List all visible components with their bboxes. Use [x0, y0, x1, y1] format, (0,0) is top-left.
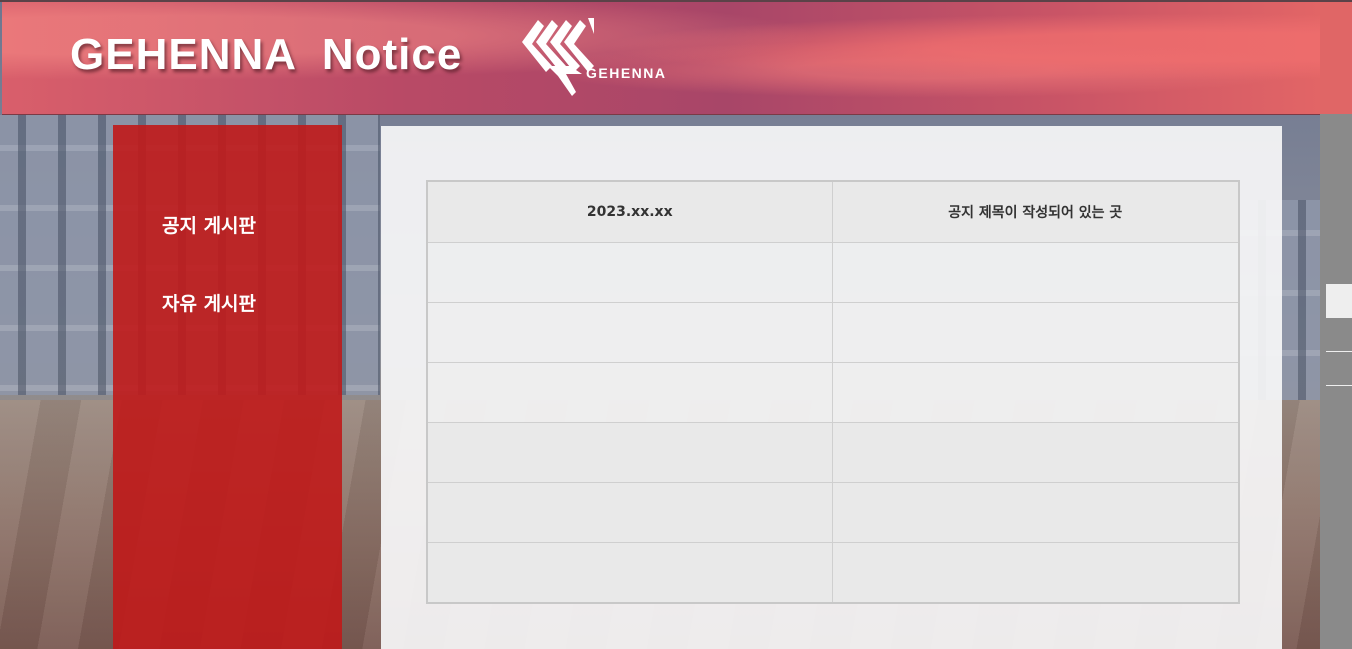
notice-title-cell[interactable]: [831, 422, 1240, 483]
table-row[interactable]: [426, 242, 1240, 303]
notice-panel: 2023.xx.xx 공지 제목이 작성되어 있는 곳: [381, 126, 1282, 649]
notice-date-cell[interactable]: [426, 482, 833, 543]
table-row[interactable]: [426, 482, 1240, 543]
table-row[interactable]: [426, 302, 1240, 363]
notice-title-cell[interactable]: [831, 362, 1240, 423]
table-row[interactable]: [426, 422, 1240, 483]
gehenna-emblem-icon[interactable]: [518, 14, 678, 98]
notice-title-cell[interactable]: [831, 482, 1240, 543]
logo-text: GEHENNA: [586, 65, 667, 81]
table-row[interactable]: [426, 362, 1240, 423]
header-right-edge: [1320, 2, 1352, 114]
table-header-row[interactable]: 2023.xx.xx 공지 제목이 작성되어 있는 곳: [426, 180, 1240, 243]
notice-title-cell[interactable]: [831, 242, 1240, 303]
table-row[interactable]: [426, 542, 1240, 604]
page-title: GEHENNA Notice: [70, 30, 463, 79]
sidebar: 공지 게시판 자유 게시판: [113, 125, 342, 649]
notice-title-cell[interactable]: 공지 제목이 작성되어 있는 곳: [831, 180, 1240, 243]
notice-table: 2023.xx.xx 공지 제목이 작성되어 있는 곳: [426, 180, 1240, 604]
notice-date-cell[interactable]: [426, 422, 833, 483]
notice-date-cell[interactable]: 2023.xx.xx: [426, 180, 833, 243]
notice-date-cell[interactable]: [426, 542, 833, 604]
right-strip-tab[interactable]: [1326, 284, 1352, 318]
right-strip-divider: [1326, 351, 1352, 352]
sidebar-item-free-board[interactable]: 자유 게시판: [162, 289, 256, 316]
notice-title-cell[interactable]: [831, 542, 1240, 604]
notice-date-cell[interactable]: [426, 362, 833, 423]
notice-date-cell[interactable]: [426, 302, 833, 363]
notice-date-cell[interactable]: [426, 242, 833, 303]
right-strip-divider: [1326, 385, 1352, 386]
sidebar-item-notice-board[interactable]: 공지 게시판: [162, 211, 256, 238]
notice-title-cell[interactable]: [831, 302, 1240, 363]
